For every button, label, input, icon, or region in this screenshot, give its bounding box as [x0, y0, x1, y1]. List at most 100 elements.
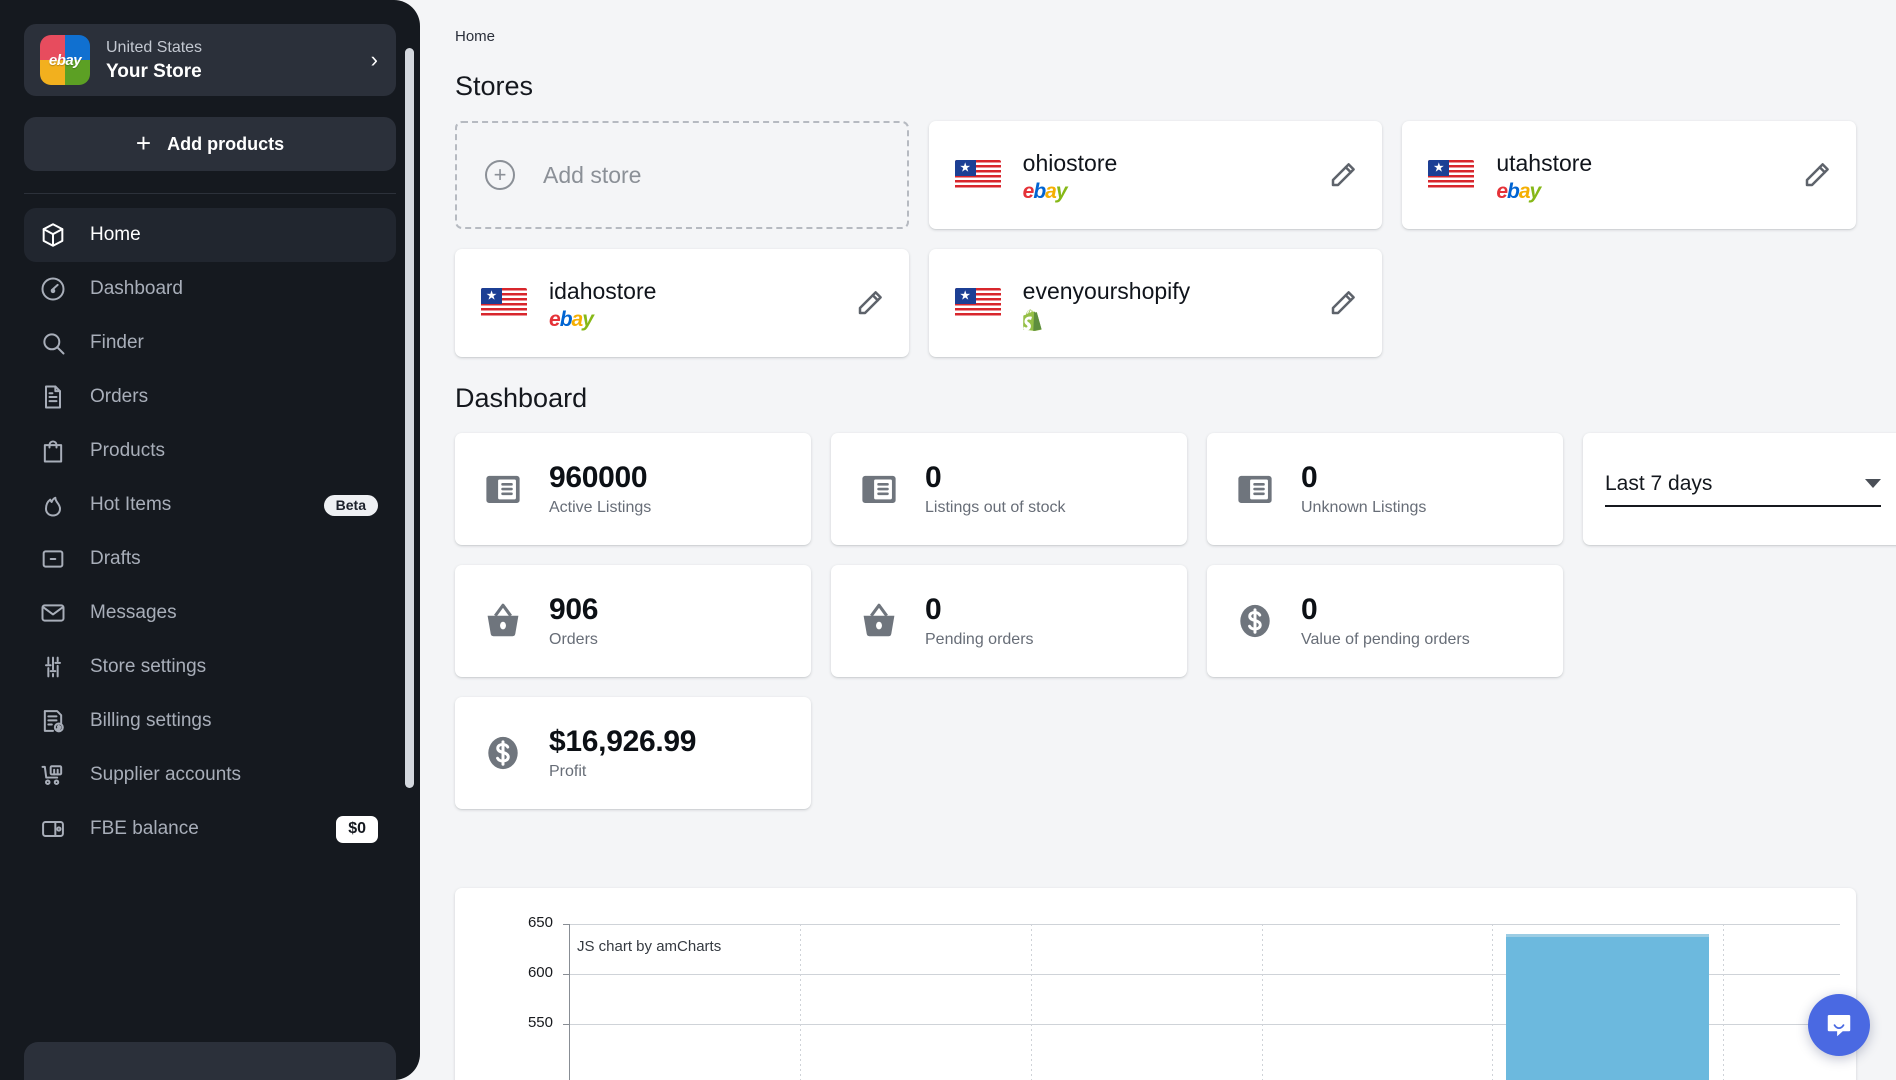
store-card[interactable]: ★utahstoreebay [1402, 121, 1856, 229]
sidebar-item-fbe-balance[interactable]: FBE balance$0 [24, 802, 396, 856]
sliders-icon [38, 652, 68, 682]
gridline-vertical [1723, 924, 1724, 1080]
sidebar-item-home[interactable]: Home [24, 208, 396, 262]
sidebar-item-store-settings[interactable]: Store settings [24, 640, 396, 694]
sidebar-item-messages[interactable]: Messages [24, 586, 396, 640]
stat-value: 0 [925, 460, 1066, 496]
store-platform-logo: ebay [549, 309, 833, 331]
gridline-vertical [1031, 924, 1032, 1080]
sidebar-item-label: Supplier accounts [90, 764, 378, 786]
sidebar-item-hot-items[interactable]: Hot ItemsBeta [24, 478, 396, 532]
envelope-icon [38, 598, 68, 628]
chat-bubble-icon [1824, 1010, 1854, 1040]
store-card[interactable]: ★ ohiostore ebay [929, 121, 1383, 229]
bar-column[interactable] [1506, 937, 1709, 1080]
document-icon [38, 382, 68, 412]
edit-store-icon[interactable] [855, 288, 885, 318]
add-store-label: Add store [543, 162, 641, 189]
stat-card: 906Orders [455, 565, 811, 677]
shopping-bag-icon [38, 436, 68, 466]
sidebar-item-label: Store settings [90, 656, 378, 678]
stat-label: Active Listings [549, 497, 651, 519]
store-platform-logo [1023, 309, 1307, 331]
store-card[interactable]: ★ idahostore ebay [455, 249, 909, 357]
sidebar-item-finder[interactable]: Finder [24, 316, 396, 370]
dollar-coin-icon [481, 731, 525, 775]
date-range-select[interactable]: Last 7 days [1605, 472, 1881, 507]
gridline-vertical [1262, 924, 1263, 1080]
add-products-button[interactable]: + Add products [24, 117, 396, 171]
intercom-chat-button[interactable] [1808, 994, 1870, 1056]
y-axis-tick-label: 650 [507, 914, 553, 931]
stat-card: $16,926.99Profit [455, 697, 811, 809]
orders-bar-chart: 650600550 JS chart by amCharts [455, 888, 1856, 1080]
y-axis-tick-label: 600 [507, 964, 553, 981]
add-products-label: Add products [167, 134, 284, 155]
stat-card: 0Listings out of stock [831, 433, 1187, 545]
edit-store-icon[interactable] [1802, 160, 1832, 190]
invoice-dollar-icon [38, 706, 68, 736]
store-switcher-country: United States [106, 37, 355, 58]
sidebar-scrollbar[interactable] [405, 48, 414, 788]
stores-heading: Stores [455, 71, 1856, 102]
gridline-horizontal [569, 924, 1840, 925]
store-name: evenyourshopify [1023, 276, 1307, 306]
flame-icon [38, 490, 68, 520]
gridline-vertical [800, 924, 801, 1080]
sidebar-item-drafts[interactable]: Drafts [24, 532, 396, 586]
listing-icon [857, 467, 901, 511]
store-name: idahostore [549, 276, 833, 306]
us-flag-icon: ★ [955, 288, 1001, 318]
us-flag-icon: ★ [481, 288, 527, 318]
sidebar-item-label: Messages [90, 602, 378, 624]
store-card[interactable]: ★ evenyourshopify [929, 249, 1383, 357]
stat-value: $16,926.99 [549, 724, 696, 760]
store-switcher[interactable]: ebay United States Your Store › [24, 24, 396, 96]
sidebar-divider [24, 193, 396, 194]
stat-card: 0Value of pending orders [1207, 565, 1563, 677]
dashboard-heading: Dashboard [455, 383, 1856, 414]
sidebar-bottom-card[interactable] [24, 1042, 396, 1080]
stat-value: 0 [925, 592, 1034, 628]
us-flag-icon: ★ [955, 160, 1001, 190]
sidebar-item-products[interactable]: Products [24, 424, 396, 478]
stat-label: Orders [549, 629, 598, 651]
sidebar-item-label: Drafts [90, 548, 378, 570]
dollar-coin-icon [1233, 599, 1277, 643]
stat-value: 0 [1301, 460, 1426, 496]
stat-label: Pending orders [925, 629, 1034, 651]
store-platform-logo: ebay [1496, 181, 1780, 203]
stat-label: Listings out of stock [925, 497, 1066, 519]
plus-icon: + [136, 130, 151, 156]
stores-grid: +Add store★ohiostoreebay★utahstoreebay★i… [455, 121, 1856, 357]
ebay-logo-icon: ebay [1023, 181, 1067, 202]
ebay-logo-icon: ebay [40, 35, 90, 85]
date-range-value: Last 7 days [1605, 472, 1712, 496]
plus-circle-icon: + [485, 160, 515, 190]
basket-icon [481, 599, 525, 643]
dashboard-row: 960000Active Listings0Listings out of st… [455, 433, 1856, 809]
gridline-vertical [1492, 924, 1493, 1080]
supplier-cart-icon [38, 760, 68, 790]
stat-label: Value of pending orders [1301, 629, 1470, 651]
sidebar-item-label: Finder [90, 332, 378, 354]
store-switcher-name: Your Store [106, 59, 355, 84]
sidebar-item-billing-settings[interactable]: Billing settings [24, 694, 396, 748]
chart-plot-area: 650 600 550 [455, 888, 1856, 1080]
chevron-down-icon [1865, 479, 1881, 488]
sidebar-item-dashboard[interactable]: Dashboard [24, 262, 396, 316]
sidebar-item-orders[interactable]: Orders [24, 370, 396, 424]
basket-icon [857, 599, 901, 643]
sidebar-item-supplier-accounts[interactable]: Supplier accounts [24, 748, 396, 802]
listing-icon [1233, 467, 1277, 511]
sidebar-item-label: Dashboard [90, 278, 378, 300]
breadcrumb[interactable]: Home [455, 28, 1856, 45]
main-content: Home Stores +Add store★ohiostoreebay★uta… [420, 0, 1896, 1080]
edit-store-icon[interactable] [1328, 160, 1358, 190]
store-name: ohiostore [1023, 148, 1307, 178]
add-store-card[interactable]: + Add store [455, 121, 909, 229]
us-flag-icon: ★ [1428, 160, 1474, 190]
sidebar: ebay United States Your Store › + Add pr… [0, 0, 420, 1080]
y-axis-tick-label: 550 [507, 1014, 553, 1031]
edit-store-icon[interactable] [1328, 288, 1358, 318]
